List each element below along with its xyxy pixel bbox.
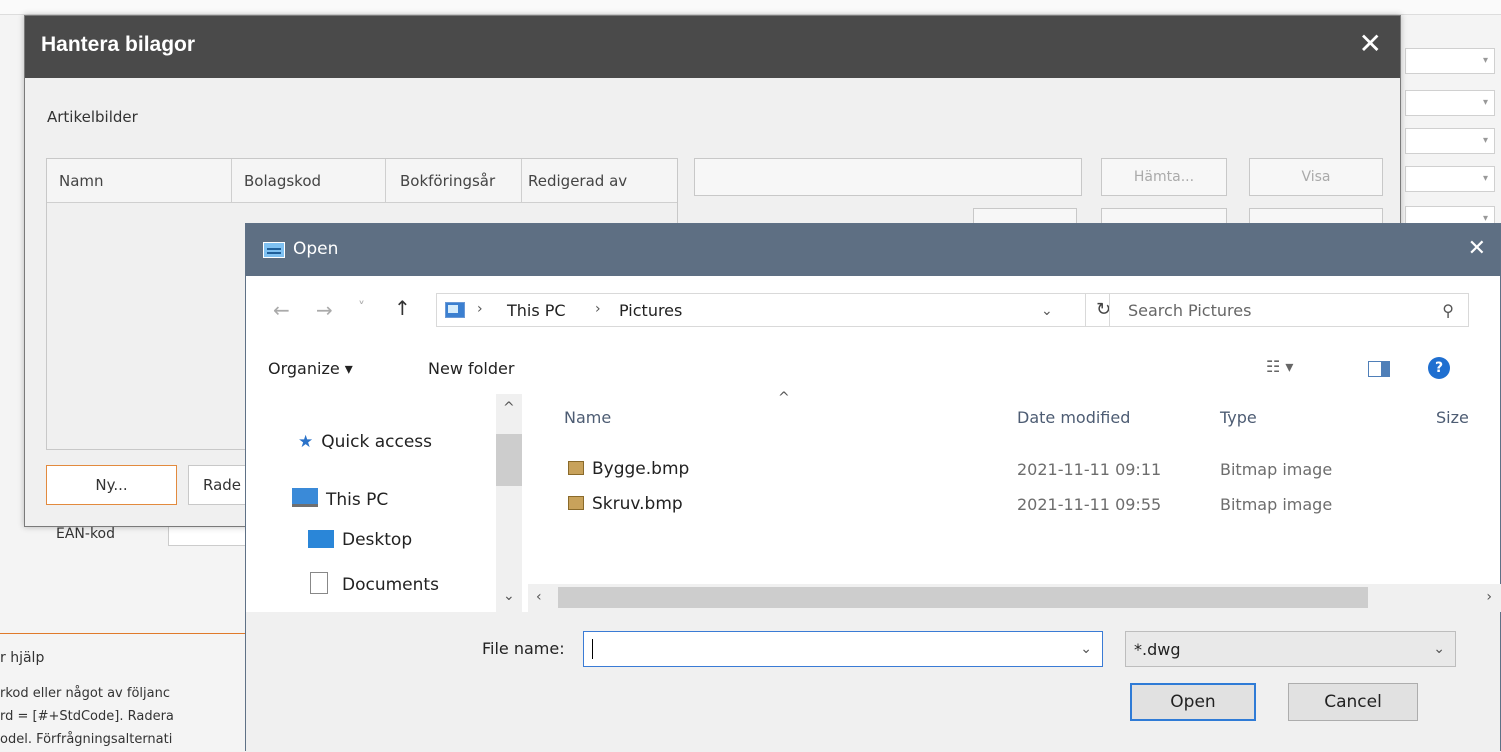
star-icon: ★ [298,432,314,452]
file-name: Skruv.bmp [592,494,683,514]
forward-icon[interactable]: → [316,298,333,322]
nav-item-label: Documents [342,575,439,595]
file-type-filter-value: *.dwg [1134,640,1181,659]
computer-icon [292,488,318,507]
image-file-icon [568,496,584,510]
up-icon[interactable]: ↑ [394,296,411,320]
background-field[interactable]: ▾ [1405,48,1495,74]
file-name-label: File name: [482,639,565,658]
file-type: Bitmap image [1220,460,1333,479]
close-icon[interactable]: ✕ [1468,236,1486,261]
column-header-size[interactable]: Size [1436,408,1469,427]
desktop-icon [308,530,334,548]
background-field[interactable]: ▾ [1405,90,1495,116]
organize-button[interactable]: Organize ▾ [268,359,353,378]
breadcrumb-separator: › [477,301,483,317]
background-top-strip [0,0,1501,15]
file-name: Bygge.bmp [592,459,690,479]
help-heading: r hjälp [0,650,45,666]
chevron-down-icon: ▾ [1482,55,1488,66]
chevron-down-icon: ⌄ [1433,641,1445,657]
help-text: rkod eller något av följanc [0,686,170,701]
chevron-down-icon[interactable]: ⌄ [1041,303,1053,319]
nav-item-label: Desktop [342,530,413,550]
file-type: Bitmap image [1220,495,1333,514]
documents-icon [310,572,328,594]
nav-item-quick-access[interactable]: ★ Quick access [298,432,432,452]
scroll-thumb[interactable] [558,587,1368,608]
file-row[interactable]: Bygge.bmp [568,459,689,479]
nav-item-label: This PC [326,490,389,510]
file-row[interactable]: Skruv.bmp [568,494,683,514]
back-icon[interactable]: ← [273,298,290,322]
navigation-pane: ★ Quick access This PC Desktop Documents [246,394,528,612]
open-dialog-title: Open [293,239,339,259]
nav-item-documents[interactable]: Documents [310,572,439,595]
help-icon[interactable]: ? [1428,357,1450,379]
breadcrumb-pictures[interactable]: Pictures [619,301,682,320]
open-dialog: Open ✕ ← → ˅ ↑ › This PC › Pictures ⌄ ↻ … [245,223,1501,752]
path-field[interactable] [694,158,1082,196]
chevron-down-icon[interactable]: ⌄ [503,588,515,604]
column-header-date[interactable]: Date modified [1017,408,1130,427]
nav-item-label: Quick access [321,432,433,452]
nav-item-desktop[interactable]: Desktop [308,530,412,550]
ean-label: EAN-kod [56,526,116,542]
close-icon[interactable]: ✕ [1359,30,1382,58]
background-field[interactable]: ▾ [1405,166,1495,192]
preview-pane-icon[interactable] [1368,361,1390,377]
file-name-input[interactable]: ⌄ [583,631,1103,667]
chevron-left-icon[interactable]: ‹ [536,589,542,605]
attachments-dialog-titlebar: Hantera bilagor ✕ [25,16,1400,78]
chevron-up-icon[interactable]: ^ [503,400,515,416]
pc-icon [445,302,465,318]
breadcrumb-separator: › [595,301,601,317]
recent-locations-icon[interactable]: ˅ [358,300,365,316]
text-caret [592,639,593,659]
section-label: Artikelbilder [47,108,138,126]
image-file-icon [568,461,584,475]
search-placeholder: Search Pictures [1128,301,1252,320]
attachments-dialog-title: Hantera bilagor [41,33,196,56]
view-options-icon[interactable]: ☷ ▾ [1266,357,1293,376]
show-button[interactable]: Visa [1249,158,1383,196]
fetch-button[interactable]: Hämta... [1101,158,1227,196]
chevron-down-icon: ▾ [1482,135,1488,146]
search-icon: ⚲ [1442,301,1454,320]
column-header-name[interactable]: Namn [47,159,232,203]
help-text: odel. Förfrågningsalternati [0,732,173,747]
cancel-button[interactable]: Cancel [1288,683,1418,721]
column-header-company[interactable]: Bolagskod [232,159,386,203]
dialog-footer: File name: ⌄ *.dwg ⌄ Open Cancel [246,612,1500,752]
file-type-filter[interactable]: *.dwg ⌄ [1125,631,1456,667]
chevron-right-icon[interactable]: › [1486,589,1492,605]
navigation-scrollbar[interactable]: ^ ⌄ [496,394,522,612]
nav-item-this-pc[interactable]: This PC [292,488,388,510]
column-header-name[interactable]: Name [564,408,611,427]
dialog-icon [263,242,285,258]
breadcrumb-this-pc[interactable]: This PC [507,301,566,320]
scroll-thumb[interactable] [496,434,522,486]
background-field[interactable]: ▾ [1405,128,1495,154]
column-header-year[interactable]: Bokföringsår [386,159,522,203]
search-input[interactable]: Search Pictures ⚲ [1109,293,1469,327]
horizontal-scrollbar[interactable]: ‹ › [528,584,1501,612]
column-header-type[interactable]: Type [1220,408,1257,427]
new-button[interactable]: Ny... [46,465,177,505]
chevron-down-icon[interactable]: ⌄ [1080,641,1092,657]
help-text: rd = [#+StdCode]. Radera [0,709,174,724]
new-folder-button[interactable]: New folder [428,359,514,378]
chevron-down-icon: ▾ [1482,173,1488,184]
column-header-edited-by[interactable]: Redigerad av [522,159,677,203]
file-date: 2021-11-11 09:11 [1017,460,1162,479]
open-button[interactable]: Open [1130,683,1256,721]
open-dialog-titlebar: Open ✕ [246,224,1500,276]
address-bar[interactable]: › This PC › Pictures ⌄ [436,293,1086,327]
file-date: 2021-11-11 09:55 [1017,495,1162,514]
sort-indicator-icon: ^ [778,390,790,406]
chevron-down-icon: ▾ [1482,97,1488,108]
